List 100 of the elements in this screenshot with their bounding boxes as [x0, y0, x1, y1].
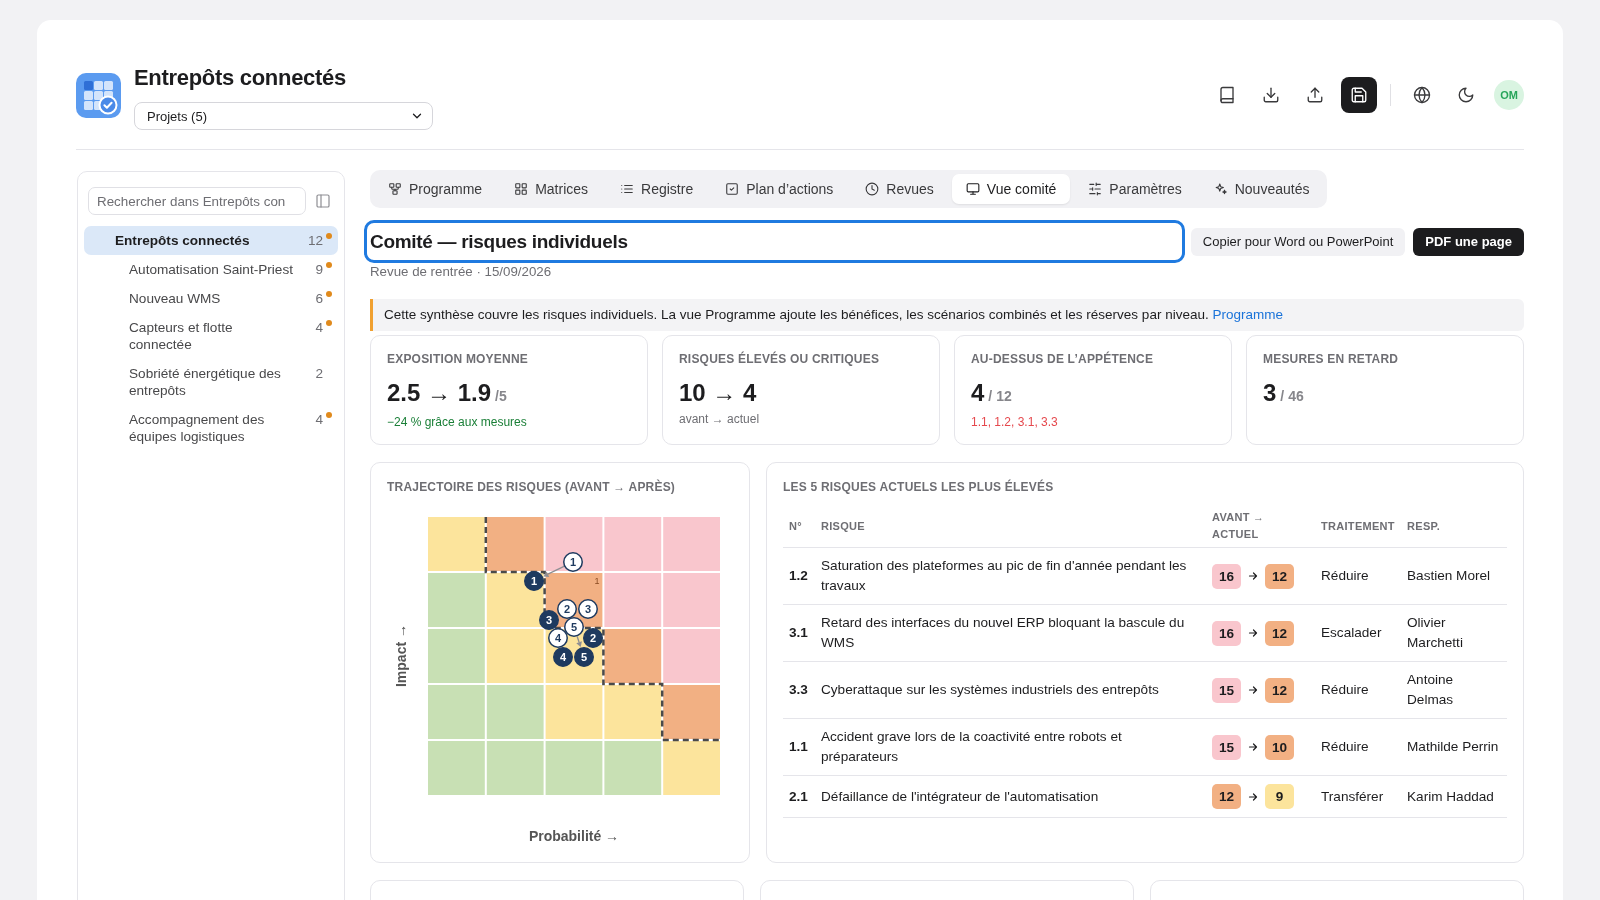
download-icon	[1262, 86, 1280, 104]
score-badge: 9	[1265, 784, 1294, 809]
column-header: AVANT → ACTUEL	[1212, 510, 1266, 542]
risk-title: Cyberattaque sur les systèmes industriels des entrepôts	[821, 682, 1159, 697]
risk-marker: 3	[539, 610, 559, 630]
risk-title: Accident grave lors de la coactivité entre robots et préparateurs	[821, 729, 1122, 764]
title-field[interactable]: Comité — risques individuels	[364, 220, 1185, 263]
risk-id: 3.1	[789, 625, 808, 640]
treatment-label: Réduire	[1321, 739, 1369, 754]
arrow-right-icon	[1247, 741, 1259, 753]
score-badge: 12	[1265, 563, 1294, 589]
notice-link[interactable]: Programme	[1212, 307, 1283, 322]
tree-item[interactable]: Nouveau WMS 6	[84, 284, 338, 313]
score-badge: 15	[1212, 677, 1241, 703]
score-badge: 10	[1265, 734, 1294, 760]
kpi-title: RISQUES ÉLEVÉS OU CRITIQUES	[679, 352, 881, 366]
copy-button[interactable]: Copier pour Word ou PowerPoint	[1190, 227, 1406, 256]
tree-item[interactable]: Capteurs et flotte connectée 4	[84, 313, 338, 359]
nav-tab[interactable]: Plan d’actions	[711, 174, 848, 204]
save-button[interactable]	[1341, 77, 1377, 113]
risk-title: Défaillance de l'intégrateur de l'automatisation	[821, 788, 1099, 804]
risk-id: 1.1	[789, 739, 808, 754]
clock-icon	[865, 182, 880, 196]
arrow-right-icon	[1247, 790, 1259, 803]
kpi-value: 10 → 4	[679, 378, 757, 408]
kpi-title: MESURES EN RETARD	[1263, 352, 1400, 366]
risk-marker: 4	[548, 628, 568, 648]
owner-name: Karim Haddad	[1407, 788, 1494, 804]
kpi-title: EXPOSITION MOYENNE	[387, 352, 529, 366]
grid-check-icon	[76, 73, 121, 118]
review-subtitle: Revue de rentrée · 15/09/2026	[370, 264, 553, 280]
project-select[interactable]: Projets (5)	[134, 102, 433, 130]
score-badge: 16	[1212, 563, 1241, 589]
monitor-icon	[965, 182, 980, 196]
nav-tab[interactable]: Registre	[606, 174, 708, 204]
grid-icon	[514, 182, 529, 196]
item-count: 2	[315, 365, 323, 382]
tree-item[interactable]: Accompagnement des équipes logistiques 4	[84, 405, 338, 451]
treatment-label: Escalader	[1321, 625, 1382, 640]
risk-id: 2.1	[789, 788, 808, 804]
score-badge: 16	[1212, 620, 1241, 646]
sidebar-toggle-button[interactable]	[315, 193, 331, 209]
pdf-button[interactable]: PDF une page	[1413, 227, 1524, 256]
item-count: 9	[315, 261, 323, 278]
kpi-note: avant → actuel	[679, 412, 761, 427]
owner-name: Antoine Delmas	[1407, 672, 1454, 707]
moon-icon	[1457, 86, 1475, 104]
owner-name: Mathilde Perrin	[1407, 739, 1499, 754]
checkbox-icon	[725, 182, 740, 196]
cell-count: 1	[594, 576, 600, 586]
risk-marker: 5	[574, 647, 594, 667]
kpi-value: 4	[971, 378, 985, 408]
nav-tab[interactable]: Vue comité	[951, 174, 1071, 204]
risk-marker: 2	[583, 628, 603, 648]
treatment-label: Réduire	[1321, 568, 1369, 583]
score-badge: 12	[1265, 620, 1294, 646]
tree-item[interactable]: Entrepôts connectés 12	[84, 226, 338, 255]
nav-tab[interactable]: Revues	[851, 174, 948, 204]
kpi-value: 2.5 → 1.9	[387, 378, 492, 408]
risk-marker: 4	[553, 647, 573, 667]
column-header: N°	[789, 518, 802, 534]
kpi-unit: /5	[495, 387, 507, 406]
tree-item[interactable]: Automatisation Saint-Priest 9	[84, 255, 338, 284]
kpi-unit: / 12	[988, 387, 1012, 406]
risk-title: Saturation des plateformes au pic de fin d'année pendant les travaux	[821, 558, 1187, 593]
risk-marker: 1	[524, 571, 544, 591]
kpi-unit: / 46	[1280, 387, 1304, 406]
nav-tab[interactable]: Programme	[374, 174, 497, 204]
risk-id: 1.2	[789, 568, 808, 583]
search-field[interactable]: Rechercher dans Entrepôts con	[88, 187, 306, 215]
trajectory-arrow	[543, 565, 565, 577]
book-icon	[1218, 86, 1236, 104]
score-badge: 12	[1265, 677, 1294, 703]
save-icon	[1350, 86, 1368, 104]
arrow-right-icon	[1247, 627, 1259, 639]
sliders-icon	[1088, 182, 1103, 196]
column-header: TRAITEMENT	[1321, 518, 1395, 534]
item-count: 4	[315, 411, 323, 428]
kpi-note: −24 % grâce aux mesures	[387, 415, 528, 430]
column-header: RESP.	[1407, 518, 1441, 534]
kpi-value: 3	[1263, 378, 1277, 408]
notice-text: Cette synthèse couvre les risques individuels. La vue Programme ajoute les bénéfices, les scénarios combinés et les réserves par niveau. Programme	[384, 307, 1283, 323]
item-count: 4	[315, 319, 323, 336]
sidebar-icon	[315, 193, 331, 209]
tree-item[interactable]: Sobriété énergétique des entrepôts 2	[84, 359, 338, 405]
kpi-title: AU-DESSUS DE L’APPÉTENCE	[971, 352, 1155, 366]
sparkle-icon	[1213, 182, 1228, 196]
risk-title: Retard des interfaces du nouvel ERP bloquant la bascule du WMS	[821, 615, 1185, 650]
nav-tab[interactable]: Nouveautés	[1199, 174, 1324, 204]
score-badge: 12	[1212, 784, 1241, 809]
axis-label: Probabilité →	[528, 827, 620, 845]
treatment-label: Transférer	[1321, 788, 1384, 804]
hierarchy-icon	[388, 182, 402, 196]
item-count: 6	[315, 290, 323, 307]
nav-tab[interactable]: Paramètres	[1074, 174, 1196, 204]
globe-icon	[1413, 86, 1431, 104]
risk-marker: 2	[557, 599, 577, 619]
card-title: LES 5 RISQUES ACTUELS LES PLUS ÉLEVÉS	[783, 480, 1055, 494]
trajectory-arrow	[576, 635, 582, 647]
nav-tab[interactable]: Matrices	[500, 174, 603, 204]
